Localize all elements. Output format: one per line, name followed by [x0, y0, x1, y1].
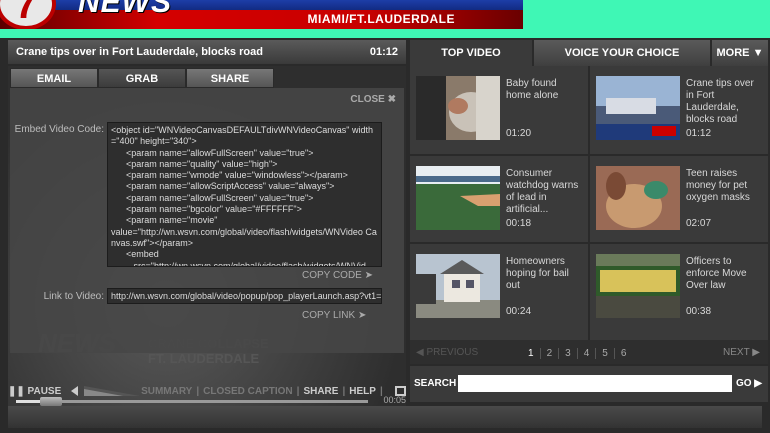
video-area[interactable]: NEWS CRANE COLLAPSE FT. LAUDERDALE EMAIL…	[8, 66, 406, 406]
bottom-status-bar	[8, 406, 762, 428]
closed-caption-button[interactable]: CLOSED CAPTION	[203, 386, 292, 397]
volume-level	[84, 389, 124, 396]
video-tile[interactable]: Officers to enforce Move Over law 00:38	[590, 244, 766, 330]
chevron-down-icon: ▼	[752, 47, 764, 59]
right-panel-tabs: TOP VIDEO VOICE YOUR CHOICE MORE ▼	[410, 40, 768, 66]
player-controls: ❚❚ PAUSE SUMMARY | CLOSED CAPTION | SHAR…	[8, 379, 406, 403]
next-label: NEXT	[723, 347, 750, 358]
house-thumb	[416, 254, 500, 318]
divider: |	[196, 385, 200, 397]
video-title-bar: Crane tips over in Fort Lauderdale, bloc…	[8, 40, 406, 64]
page-numbers: 1 2 3 4 5 6	[522, 348, 632, 359]
previous-label: PREVIOUS	[426, 347, 479, 358]
video-title: Homeowners hoping for bail out	[506, 256, 569, 291]
video-duration: 00:38	[686, 306, 712, 317]
dog-thumb	[596, 166, 680, 230]
video-title: Baby found home alone	[506, 78, 559, 101]
page-4[interactable]: 4	[578, 348, 597, 359]
summary-button[interactable]: SUMMARY	[141, 386, 192, 397]
page-1[interactable]: 1	[522, 348, 541, 359]
video-tile[interactable]: Teen raises money for pet oxygen masks 0…	[590, 156, 766, 242]
video-title: Teen raises money for pet oxygen masks	[686, 168, 750, 203]
copy-link-button[interactable]: COPY LINK ➤	[302, 310, 366, 321]
share-button[interactable]: SHARE	[303, 386, 338, 397]
search-row: SEARCH GO ▶	[410, 366, 768, 402]
video-duration: 00:18	[506, 218, 532, 229]
video-grid: Baby found home alone 01:20 Crane tips o…	[410, 66, 768, 340]
baby-thumb	[416, 76, 500, 140]
pause-button[interactable]: ❚❚ PAUSE	[8, 386, 61, 397]
pause-label: PAUSE	[27, 385, 62, 397]
close-icon: ✖	[387, 94, 396, 105]
divider: |	[379, 385, 383, 397]
tab-share[interactable]: SHARE	[186, 68, 274, 88]
go-button[interactable]: GO ▶	[736, 378, 762, 389]
volume-slider[interactable]	[84, 386, 141, 396]
video-tile[interactable]: Consumer watchdog warns of lead in artif…	[410, 156, 586, 242]
divider: |	[342, 385, 346, 397]
copy-code-label: COPY CODE	[302, 270, 362, 281]
share-tabs: EMAIL GRAB SHARE	[10, 68, 404, 88]
sign-thumb	[596, 254, 680, 318]
fullscreen-icon[interactable]	[394, 386, 406, 396]
go-label: GO	[735, 378, 752, 389]
page-6[interactable]: 6	[615, 348, 633, 359]
video-duration: 02:07	[686, 218, 712, 229]
video-title: Consumer watchdog warns of lead in artif…	[506, 168, 579, 215]
help-button[interactable]: HELP	[349, 386, 376, 397]
arrow-right-icon: ▶	[754, 378, 762, 389]
video-tile[interactable]: Baby found home alone 01:20	[410, 66, 586, 152]
next-button[interactable]: NEXT ▶	[723, 347, 760, 358]
video-duration: 01:12	[686, 128, 712, 139]
page-3[interactable]: 3	[559, 348, 578, 359]
tab-voice-your-choice[interactable]: VOICE YOUR CHOICE	[534, 40, 712, 66]
search-label: SEARCH	[414, 378, 457, 389]
video-duration: 01:12	[369, 46, 398, 58]
copy-code-button[interactable]: COPY CODE ➤	[302, 270, 373, 281]
volume-icon[interactable]	[71, 386, 79, 396]
page-2[interactable]: 2	[541, 348, 560, 359]
close-button[interactable]: CLOSE ✖	[350, 94, 396, 105]
arrow-right-icon: ➤	[357, 310, 367, 321]
embed-code-label: Embed Video Code:	[14, 124, 104, 135]
arrow-right-icon: ▶	[752, 347, 760, 358]
tab-email[interactable]: EMAIL	[10, 68, 98, 88]
copy-link-label: COPY LINK	[302, 310, 356, 321]
video-title: Crane tips over in Fort Lauderdale, bloc…	[686, 78, 754, 125]
video-duration: 00:24	[506, 306, 532, 317]
close-label: CLOSE	[350, 94, 385, 105]
link-to-video-label: Link to Video:	[43, 291, 104, 302]
page-5[interactable]: 5	[596, 348, 615, 359]
arrow-left-icon: ◀	[416, 347, 424, 358]
crane-thumb	[596, 76, 680, 140]
divider: |	[296, 385, 300, 397]
tab-grab[interactable]: GRAB	[98, 68, 186, 88]
video-tile[interactable]: Crane tips over in Fort Lauderdale, bloc…	[590, 66, 766, 152]
turf-thumb	[416, 166, 500, 230]
pagination: ◀ PREVIOUS 1 2 3 4 5 6 NEXT ▶	[410, 340, 768, 364]
market-label: MIAMI/FT.LAUDERDALE	[307, 12, 455, 26]
link-to-video-field[interactable]: http://wn.wsvn.com/global/video/popup/po…	[107, 288, 382, 304]
embed-code-field[interactable]: <object id="WNVideoCanvasDEFAULTdivWNVid…	[107, 122, 382, 267]
video-duration: 01:20	[506, 128, 532, 139]
news-wordmark: NEWS	[78, 0, 172, 19]
previous-button[interactable]: ◀ PREVIOUS	[416, 347, 478, 358]
pause-icon: ❚❚	[8, 385, 25, 397]
video-title: Crane tips over in Fort Lauderdale, bloc…	[16, 46, 263, 58]
search-input[interactable]	[458, 375, 732, 392]
video-player-widget: Crane tips over in Fort Lauderdale, bloc…	[0, 38, 770, 433]
station-banner: 7 NEWS MIAMI/FT.LAUDERDALE	[0, 0, 523, 29]
video-tile[interactable]: Homeowners hoping for bail out 00:24	[410, 244, 586, 330]
video-title: Officers to enforce Move Over law	[686, 256, 747, 291]
grab-panel: CLOSE ✖ Embed Video Code: <object id="WN…	[10, 88, 404, 353]
tab-top-video[interactable]: TOP VIDEO	[410, 40, 534, 66]
tab-more[interactable]: MORE ▼	[712, 40, 768, 66]
more-label: MORE	[716, 47, 750, 59]
arrow-right-icon: ➤	[364, 270, 374, 281]
